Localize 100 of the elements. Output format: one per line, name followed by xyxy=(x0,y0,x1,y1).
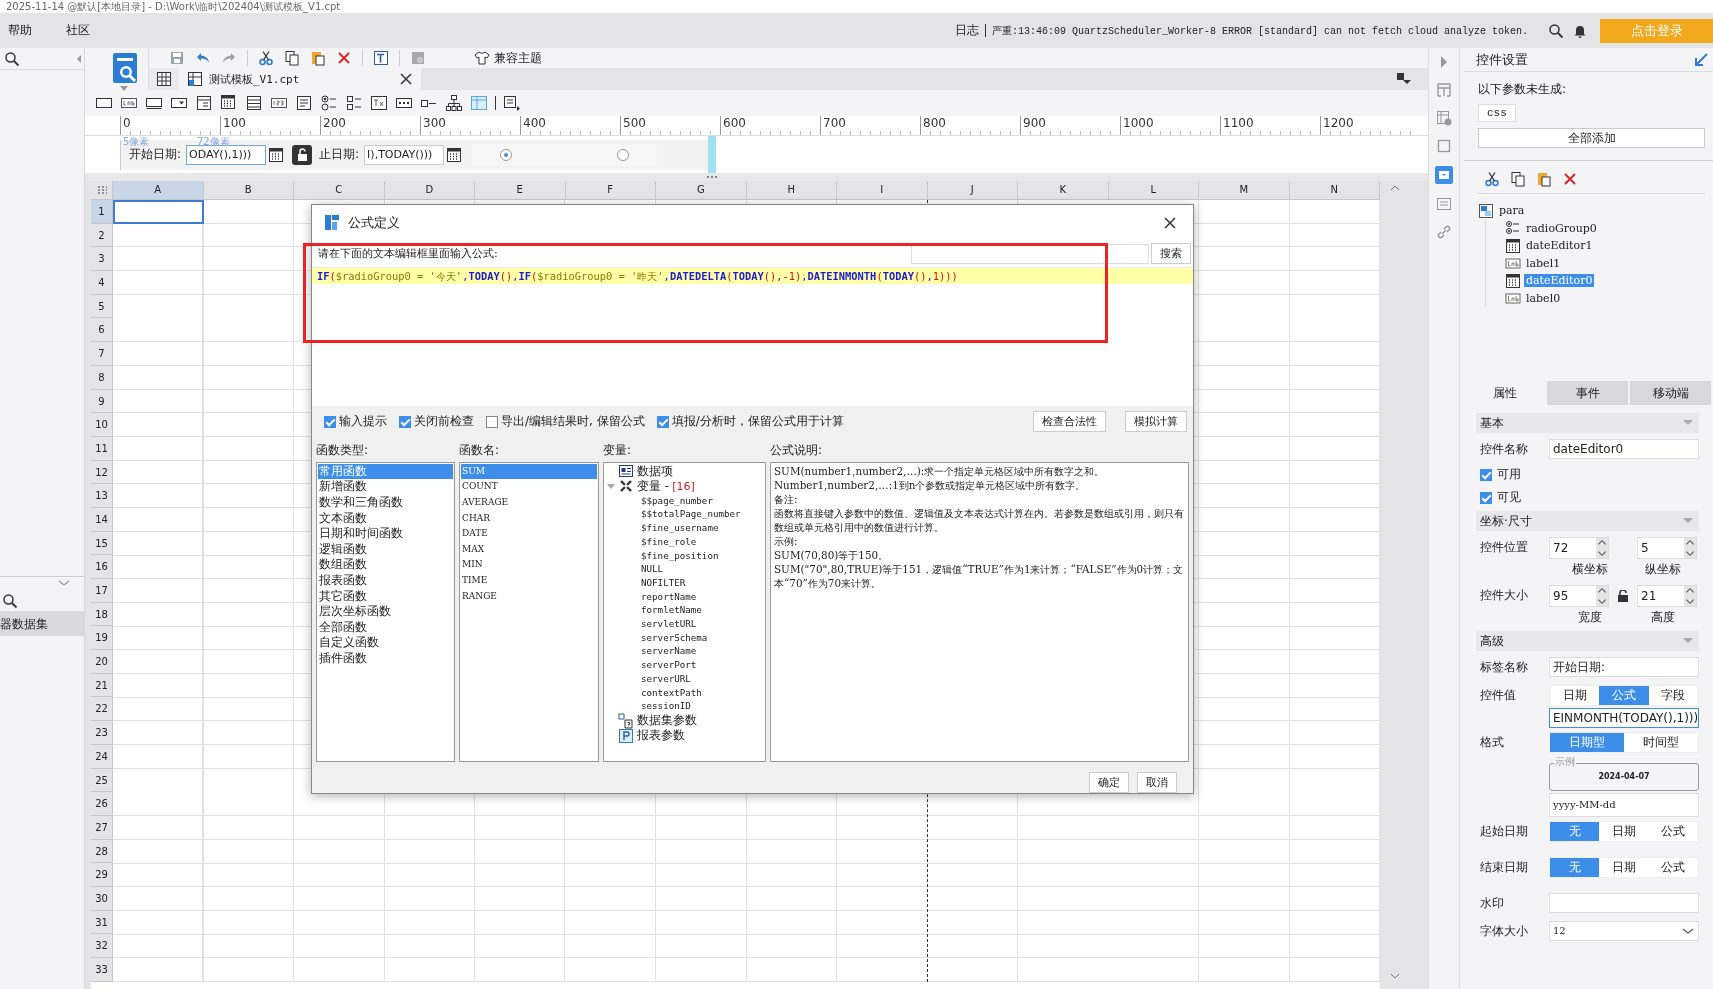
formula-field[interactable]: EINMONTH(TODAY(),1))) xyxy=(1549,708,1699,728)
column-header[interactable]: H xyxy=(746,181,837,200)
tree-item[interactable]: serverName xyxy=(641,644,764,659)
tree-icon[interactable] xyxy=(445,94,463,112)
list-item[interactable]: 其它函数 xyxy=(318,588,453,605)
row-header[interactable]: 8 xyxy=(91,365,113,390)
text-preview-icon[interactable] xyxy=(373,50,389,66)
row-header[interactable]: 33 xyxy=(91,958,113,982)
text-field[interactable] xyxy=(1549,893,1699,913)
list-item[interactable]: 自定义函数 xyxy=(318,635,453,651)
tree-item[interactable]: 数据项 xyxy=(637,462,673,480)
row-header[interactable]: 7 xyxy=(91,342,113,366)
file-tab[interactable]: 测试模板_V1.cpt xyxy=(179,68,421,90)
tree-item[interactable]: radioGroup0 xyxy=(1524,221,1599,235)
tree-item[interactable]: NULL xyxy=(641,562,764,576)
copy-icon[interactable] xyxy=(284,50,300,66)
text-field[interactable]: dateEditor0 xyxy=(1549,439,1699,459)
tree-item[interactable]: $fine_role xyxy=(641,534,764,549)
search-button[interactable]: 搜索 xyxy=(1151,243,1191,265)
checkbox[interactable] xyxy=(1480,468,1492,481)
row-header[interactable]: 14 xyxy=(91,507,113,532)
column-header[interactable]: D xyxy=(384,181,475,200)
list-item[interactable]: 日期和时间函数 xyxy=(318,526,453,542)
checkbox-group-icon[interactable] xyxy=(345,94,363,112)
row-header[interactable]: 29 xyxy=(91,863,113,887)
row-header[interactable]: 22 xyxy=(91,697,113,722)
tree-item[interactable]: serverPort xyxy=(641,658,764,672)
lock-icon[interactable] xyxy=(292,144,313,165)
menu-item[interactable]: 帮助 xyxy=(0,22,44,39)
row-header[interactable]: 31 xyxy=(91,910,113,935)
column-header[interactable]: L xyxy=(1108,181,1199,200)
collapse-arrow-icon[interactable] xyxy=(607,482,615,491)
list-item[interactable]: 层次坐标函数 xyxy=(318,604,453,620)
number-field[interactable]: 95 xyxy=(1549,585,1609,607)
list-item[interactable]: CHAR xyxy=(461,510,597,527)
drag-handle-icon[interactable] xyxy=(705,175,718,179)
search-icon[interactable] xyxy=(4,50,20,67)
list-item[interactable]: MIN xyxy=(461,557,597,573)
number-field[interactable]: 21 xyxy=(1637,585,1697,607)
calendar-icon[interactable] xyxy=(220,94,238,112)
row-header[interactable]: 9 xyxy=(91,389,113,414)
frame-icon[interactable] xyxy=(1436,138,1452,154)
list-item[interactable]: DATE xyxy=(461,526,597,542)
tree-item[interactable]: $$totalPage_number xyxy=(641,507,764,522)
tree-item[interactable]: serverSchema xyxy=(641,630,764,645)
list-item[interactable]: COUNT xyxy=(461,479,597,495)
tree-item[interactable]: $$page_number xyxy=(641,493,764,508)
dropdown-icon[interactable] xyxy=(1396,71,1412,87)
column-header[interactable]: E xyxy=(475,181,566,200)
panel-tab[interactable]: 属性 xyxy=(1464,381,1547,405)
column-header[interactable]: M xyxy=(1199,181,1290,200)
panel-tab[interactable]: 事件 xyxy=(1547,381,1630,405)
list-item[interactable]: RANGE xyxy=(461,588,597,605)
tree-item[interactable]: label1 xyxy=(1524,256,1563,270)
menu-item[interactable]: 社区 xyxy=(58,22,102,39)
list-item[interactable]: 报表函数 xyxy=(318,572,453,589)
segment-option[interactable]: 时间型 xyxy=(1624,733,1698,752)
row-header[interactable]: 20 xyxy=(91,650,113,674)
dialog-button[interactable]: 模拟计算 xyxy=(1125,411,1187,433)
text-area-icon[interactable] xyxy=(295,94,313,112)
search-icon[interactable] xyxy=(1548,22,1564,39)
checkbox[interactable] xyxy=(324,415,336,428)
section-header[interactable]: 坐标·尺寸 xyxy=(1476,511,1699,531)
row-header[interactable]: 6 xyxy=(91,318,113,343)
row-header[interactable]: 17 xyxy=(91,579,113,603)
column-header[interactable]: B xyxy=(203,181,294,200)
row-header[interactable]: 27 xyxy=(91,815,113,840)
list-item[interactable]: TIME xyxy=(461,572,597,589)
section-header[interactable]: 基本 xyxy=(1476,413,1699,433)
segment-option[interactable]: 公式 xyxy=(1648,822,1698,841)
tree-item[interactable]: servletURL xyxy=(641,617,764,631)
row-header[interactable]: 13 xyxy=(91,484,113,508)
column-header[interactable]: J xyxy=(927,181,1018,200)
form-icon[interactable] xyxy=(195,94,213,112)
delete-icon[interactable] xyxy=(1562,171,1578,187)
row-header[interactable]: 19 xyxy=(91,626,113,651)
list-item[interactable]: 文本函数 xyxy=(318,510,453,527)
segment-option[interactable]: 公式 xyxy=(1648,858,1698,877)
list-item[interactable]: 数学和三角函数 xyxy=(318,494,453,511)
calendar-icon[interactable] xyxy=(268,146,285,163)
list-item[interactable]: AVERAGE xyxy=(461,494,597,511)
spinner-icon[interactable] xyxy=(1596,538,1608,558)
close-icon[interactable] xyxy=(399,72,413,86)
selected-cell[interactable] xyxy=(113,200,204,224)
table-info-icon[interactable] xyxy=(1436,110,1452,126)
scroll-down-icon[interactable] xyxy=(1390,974,1399,979)
resize-handle[interactable] xyxy=(708,136,716,173)
list-item[interactable]: MAX xyxy=(461,541,597,558)
close-icon[interactable] xyxy=(1163,215,1177,230)
tree-item[interactable]: formletName xyxy=(641,603,764,618)
grid-icon[interactable] xyxy=(156,71,172,87)
font-size-select[interactable]: 12 xyxy=(1549,921,1699,941)
panel-tab[interactable]: 移动端 xyxy=(1630,381,1713,405)
checkbox[interactable] xyxy=(656,415,669,428)
column-header[interactable]: I xyxy=(837,181,928,200)
dialog-button[interactable]: 取消 xyxy=(1137,772,1177,793)
row-header[interactable]: 15 xyxy=(91,531,113,556)
date-field[interactable]: I),TODAY())) xyxy=(364,144,445,165)
tree-item[interactable]: $fine_username xyxy=(641,521,764,535)
collapse-icon[interactable] xyxy=(1693,51,1709,68)
